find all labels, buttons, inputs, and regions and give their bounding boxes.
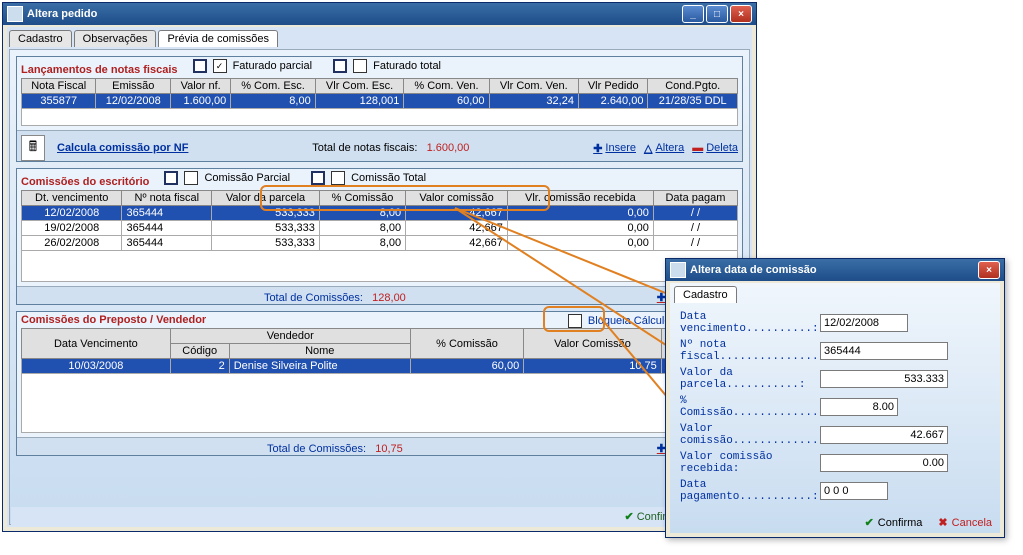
fld-pct-label: % Comissão.................: xyxy=(680,395,820,419)
main-window: Altera pedido _ □ × Cadastro Observações… xyxy=(2,2,757,532)
esc-total-toggle[interactable] xyxy=(311,171,325,185)
prep-title: Comissões do Preposto / Vendedor xyxy=(21,314,206,326)
tab-observacoes[interactable]: Observações xyxy=(74,30,157,47)
nf-h2[interactable]: Valor nf. xyxy=(171,79,231,94)
dialog-tab-cadastro[interactable]: Cadastro xyxy=(674,286,737,303)
nf-h7[interactable]: Vlr Pedido xyxy=(578,79,648,94)
main-titlebar: Altera pedido _ □ × xyxy=(3,3,756,25)
minus-icon: ▬ xyxy=(692,142,703,154)
dialog-close-button[interactable]: × xyxy=(978,261,1000,279)
nf-title: Lançamentos de notas fiscais xyxy=(21,64,178,76)
nf-deleta-button[interactable]: ▬ Deleta xyxy=(692,142,738,154)
x-icon: ✖ xyxy=(938,516,947,529)
tabbar: Cadastro Observações Prévia de comissões xyxy=(7,27,752,47)
maximize-button[interactable]: □ xyxy=(706,5,728,23)
esc-total-label: Comissão Total xyxy=(351,172,426,184)
nf-h4[interactable]: Vlr Com. Esc. xyxy=(315,79,404,94)
nf-total-check[interactable] xyxy=(353,59,367,73)
tab-previa[interactable]: Prévia de comissões xyxy=(158,30,278,47)
fld-receb-label: Valor comissão recebida: xyxy=(680,451,820,475)
nf-h0[interactable]: Nota Fiscal xyxy=(22,79,96,94)
fld-receb[interactable] xyxy=(820,454,948,472)
fld-parcela[interactable] xyxy=(820,370,948,388)
main-status-bar: ✔ Confirma ✖ Cancela xyxy=(11,507,748,525)
app-icon xyxy=(670,262,686,278)
prep-table: Data Vencimento Vendedor % Comissão Valo… xyxy=(21,328,738,433)
fld-pag[interactable] xyxy=(820,482,888,500)
close-button[interactable]: × xyxy=(730,5,752,23)
section-preposto: Comissões do Preposto / Vendedor Bloquei… xyxy=(16,311,743,456)
calc-comissao-button[interactable]: Calcula comissão por NF xyxy=(57,142,188,154)
esc-table: Dt. vencimento Nº nota fiscal Valor da p… xyxy=(21,190,738,282)
app-icon xyxy=(7,6,23,22)
calculator-icon: 🖩 xyxy=(21,135,45,161)
dialog-confirma-button[interactable]: ✔ Confirma xyxy=(865,516,923,529)
nf-total-toggle[interactable] xyxy=(333,59,347,73)
plus-icon: ✚ xyxy=(593,142,602,155)
esc-row-0[interactable]: 12/02/2008 365444 533,333 8,00 42,667 0,… xyxy=(22,206,738,221)
dialog-titlebar: Altera data de comissão × xyxy=(666,259,1004,281)
triangle-icon: △ xyxy=(644,142,652,155)
esc-partial-toggle[interactable] xyxy=(164,171,178,185)
esc-partial-check[interactable] xyxy=(184,171,198,185)
nf-footer: 🖩 Calcula comissão por NF Total de notas… xyxy=(17,130,742,161)
section-notas-fiscais: Lançamentos de notas fiscais ✓ Faturado … xyxy=(16,56,743,162)
nf-row[interactable]: 355877 12/02/2008 1.600,00 8,00 128,001 … xyxy=(22,94,738,109)
esc-row-1[interactable]: 19/02/2008 365444 533,333 8,00 42,667 0,… xyxy=(22,221,738,236)
fld-data-venc[interactable] xyxy=(820,314,908,332)
content: Lançamentos de notas fiscais ✓ Faturado … xyxy=(9,49,750,525)
nf-h5[interactable]: % Com. Ven. xyxy=(404,79,489,94)
nf-h8[interactable]: Cond.Pgto. xyxy=(648,79,738,94)
fld-nota[interactable] xyxy=(820,342,948,360)
check-icon: ✔ xyxy=(865,516,874,529)
nf-table: Nota Fiscal Emissão Valor nf. % Com. Esc… xyxy=(21,78,738,126)
dialog-altera-comissao: Altera data de comissão × Cadastro Data … xyxy=(665,258,1005,538)
nf-h1[interactable]: Emissão xyxy=(96,79,171,94)
nf-insere-button[interactable]: ✚ Insere xyxy=(593,142,636,155)
prep-footer: Total de Comissões: 10,75 ✚ Insere △ Alt… xyxy=(17,437,742,455)
nf-partial-label: Faturado parcial xyxy=(233,60,313,72)
nf-partial-toggle[interactable] xyxy=(193,59,207,73)
esc-partial-label: Comissão Parcial xyxy=(204,172,290,184)
fld-valor[interactable] xyxy=(820,426,948,444)
nf-h3[interactable]: % Com. Esc. xyxy=(231,79,315,94)
dialog-title: Altera data de comissão xyxy=(690,264,978,276)
nf-altera-button[interactable]: △ Altera xyxy=(644,142,684,155)
fld-valor-label: Valor comissão.............: xyxy=(680,423,820,447)
fld-pag-label: Data pagamento...........: xyxy=(680,479,820,503)
fld-parcela-label: Valor da parcela...........: xyxy=(680,367,820,391)
dialog-buttons: ✔ Confirma ✖ Cancela xyxy=(865,516,992,529)
fld-pct[interactable] xyxy=(820,398,898,416)
dialog-content: Data vencimento..........: Nº nota fisca… xyxy=(674,305,996,503)
esc-title: Comissões do escritório xyxy=(21,176,149,188)
prep-block-check[interactable] xyxy=(568,314,582,328)
esc-row-2[interactable]: 26/02/2008 365444 533,333 8,00 42,667 0,… xyxy=(22,236,738,251)
check-icon: ✔ xyxy=(624,511,633,523)
nf-partial-check[interactable]: ✓ xyxy=(213,59,227,73)
minimize-button[interactable]: _ xyxy=(682,5,704,23)
tab-cadastro[interactable]: Cadastro xyxy=(9,30,72,47)
fld-data-venc-label: Data vencimento..........: xyxy=(680,311,820,335)
nf-total-label: Faturado total xyxy=(373,60,441,72)
fld-nota-label: Nº nota fiscal...............: xyxy=(680,339,820,363)
esc-footer: Total de Comissões: 128,00 ✚ Insere △ Al… xyxy=(17,286,742,304)
section-escritorio: Comissões do escritório Comissão Parcial… xyxy=(16,168,743,305)
esc-total-check[interactable] xyxy=(331,171,345,185)
main-title: Altera pedido xyxy=(27,8,682,20)
nf-h6[interactable]: Vlr Com. Ven. xyxy=(489,79,578,94)
main-body: Cadastro Observações Prévia de comissões… xyxy=(7,27,752,527)
prep-row[interactable]: 10/03/2008 2 Denise Silveira Polite 60,0… xyxy=(22,359,738,374)
dialog-cancela-button[interactable]: ✖ Cancela xyxy=(938,516,992,529)
